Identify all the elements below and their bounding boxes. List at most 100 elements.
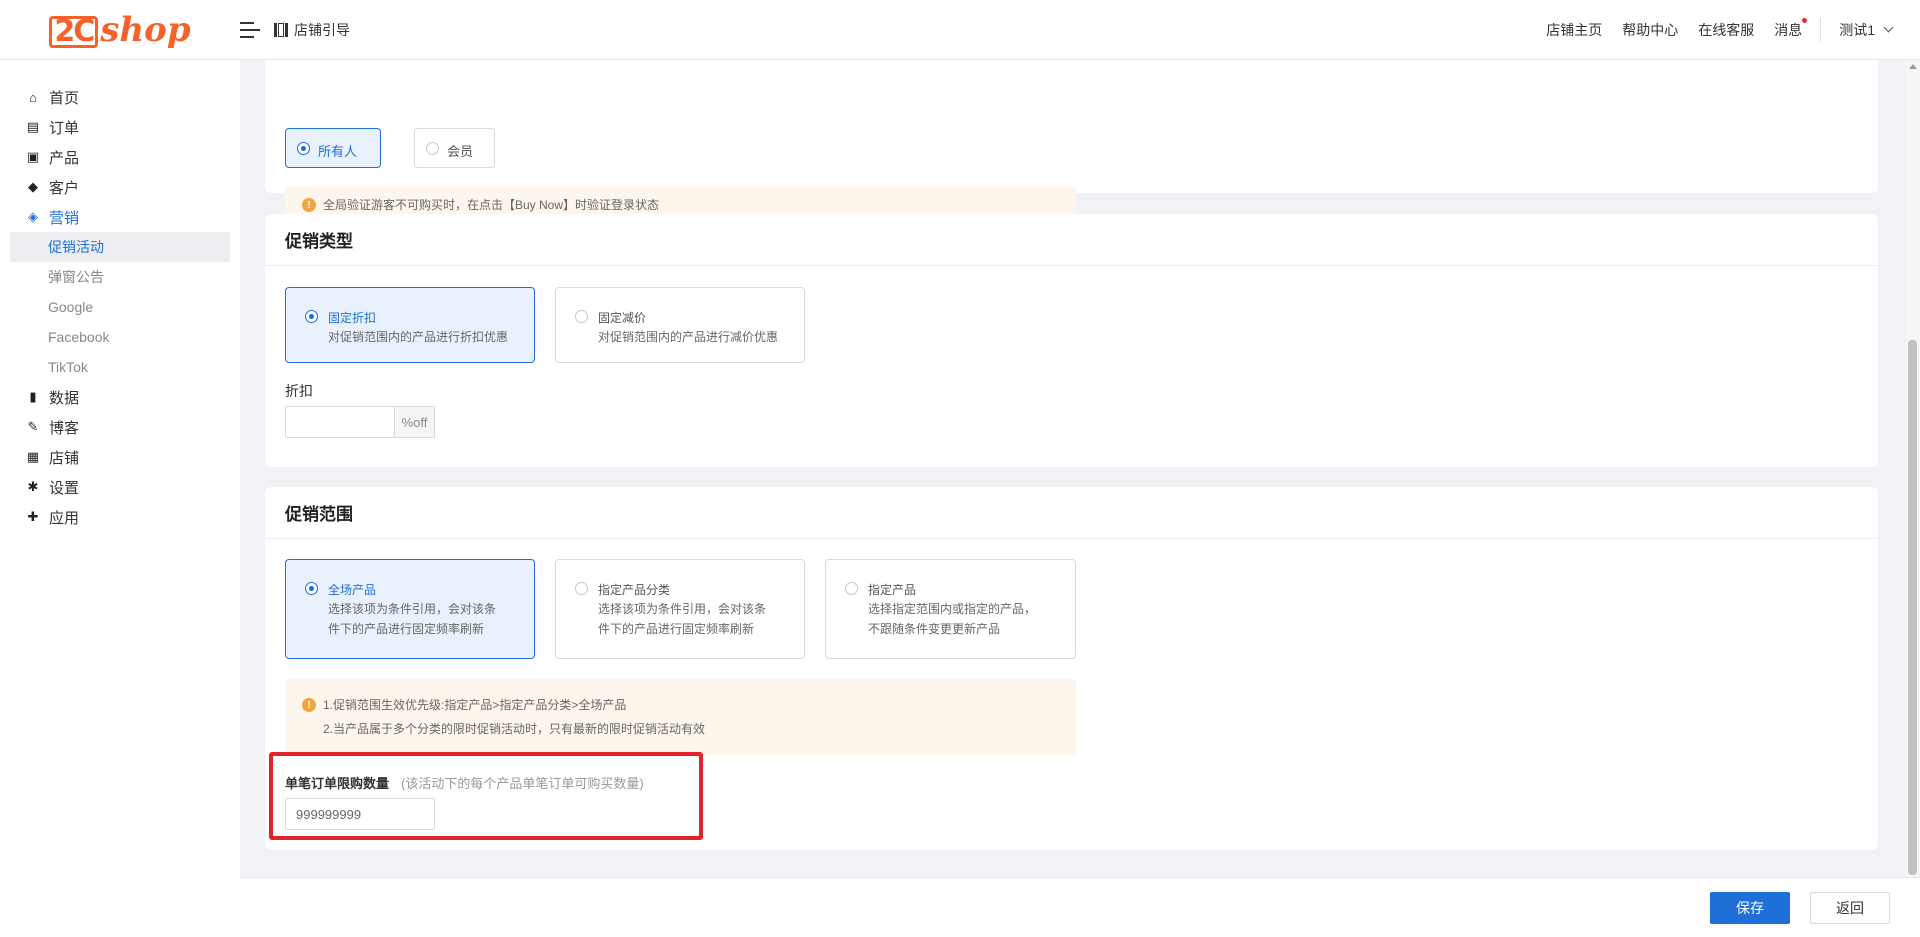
messages-link[interactable]: 消息 xyxy=(1774,17,1808,40)
option-label: 指定产品分类 xyxy=(598,583,671,597)
sidebar-item-label: 营销 xyxy=(49,209,80,227)
audience-option-all[interactable]: 所有人 xyxy=(285,128,381,168)
store-icon: ▦ xyxy=(26,449,40,464)
section-title: 促销类型 xyxy=(265,214,1878,266)
sidebar-item-data[interactable]: ▮ 数据 xyxy=(0,382,240,412)
sidebar-item-orders[interactable]: ▤ 订单 xyxy=(0,112,240,142)
top-nav: 店铺主页 帮助中心 在线客服 消息 测试1 xyxy=(1526,0,1920,60)
footer-bar: 保存 返回 xyxy=(240,877,1920,937)
back-button[interactable]: 返回 xyxy=(1810,892,1890,924)
sidebar: ⌂ 首页 ▤ 订单 ▣ 产品 ◆ 客户 ◈ 营销 促销活动 弹窗公告 Google Fac… xyxy=(0,60,240,937)
option-description: 选择该项为条件引用，会对该条 xyxy=(598,602,767,616)
radio-button xyxy=(845,582,858,595)
option-description: 件下的产品进行固定频率刷新 xyxy=(328,622,485,636)
sidebar-subitem-tiktok[interactable]: TikTok xyxy=(0,352,240,382)
chevron-down-icon xyxy=(1883,22,1894,33)
scrollbar-thumb[interactable] xyxy=(1908,340,1917,875)
option-label: 固定折扣 xyxy=(328,311,377,325)
warning-icon: ! xyxy=(302,198,316,212)
sidebar-item-settings[interactable]: ✱ 设置 xyxy=(0,472,240,502)
menu-toggle-icon[interactable] xyxy=(240,21,260,38)
sidebar-item-marketing[interactable]: ◈ 营销 xyxy=(0,202,240,232)
sidebar-item-label: 订单 xyxy=(49,119,80,137)
promo-type-option-fixed-reduction[interactable]: 固定减价 对促销范围内的产品进行减价优惠 xyxy=(555,287,805,363)
bar-chart-icon: ▮ xyxy=(29,389,37,404)
user-name: 测试1 xyxy=(1839,21,1875,38)
option-description: 不跟随条件变更更新产品 xyxy=(868,622,1001,636)
scroll-up-arrow-icon[interactable] xyxy=(1909,64,1917,69)
option-description: 对促销范围内的产品进行折扣优惠 xyxy=(328,330,509,344)
discount-suffix: %off xyxy=(395,406,435,438)
online-support-link[interactable]: 在线客服 xyxy=(1698,20,1754,40)
diamond-icon: ◆ xyxy=(28,179,38,194)
main-content: 所有人 会员 ! 全局验证游客不可购买时，在点击【Buy Now】时验证登录状态… xyxy=(240,60,1905,877)
radio-button xyxy=(426,142,439,155)
sidebar-item-label: 数据 xyxy=(49,389,80,407)
logo[interactable]: 2C shop xyxy=(0,0,240,60)
user-menu[interactable]: 测试1 xyxy=(1839,20,1894,40)
option-description: 对促销范围内的产品进行减价优惠 xyxy=(598,330,779,344)
clipboard-icon: ▤ xyxy=(26,119,40,134)
help-center-link[interactable]: 帮助中心 xyxy=(1622,20,1678,40)
sidebar-item-label: 客户 xyxy=(49,179,80,197)
notice-text: 1.促销范围生效优先级:指定产品>指定产品分类>全场产品 xyxy=(323,698,627,712)
sidebar-item-blog[interactable]: ✎ 博客 xyxy=(0,412,240,442)
audience-card: 所有人 会员 ! 全局验证游客不可购买时，在点击【Buy Now】时验证登录状态 xyxy=(265,60,1878,224)
book-icon xyxy=(274,22,288,37)
sidebar-item-label: 博客 xyxy=(49,419,80,437)
messages-label: 消息 xyxy=(1774,21,1803,38)
puzzle-icon: ✚ xyxy=(27,509,39,524)
section-title: 促销范围 xyxy=(265,487,1878,539)
unread-dot xyxy=(1802,17,1808,23)
sidebar-item-label: 首页 xyxy=(49,89,80,107)
store-home-link[interactable]: 店铺主页 xyxy=(1546,20,1602,40)
sidebar-item-label: 应用 xyxy=(49,509,80,527)
bag-icon: ▣ xyxy=(26,149,40,164)
option-label: 全场产品 xyxy=(328,583,377,597)
scope-option-specific-products[interactable]: 指定产品 选择指定范围内或指定的产品， 不跟随条件变更更新产品 xyxy=(825,559,1076,659)
sidebar-subitem-google[interactable]: Google xyxy=(0,292,240,322)
edit-icon: ✎ xyxy=(27,419,39,434)
tag-icon: ◈ xyxy=(28,209,38,224)
promo-type-option-fixed-discount[interactable]: 固定折扣 对促销范围内的产品进行折扣优惠 xyxy=(285,287,535,363)
option-label: 会员 xyxy=(447,144,474,159)
highlight-box xyxy=(269,752,703,840)
sidebar-item-home[interactable]: ⌂ 首页 xyxy=(0,82,240,112)
top-header: 2C shop 店铺引导 店铺主页 帮助中心 在线客服 消息 测试1 xyxy=(0,0,1920,60)
scope-notice: ! 1.促销范围生效优先级:指定产品>指定产品分类>全场产品 2.当产品属于多个… xyxy=(285,679,1076,755)
discount-input[interactable] xyxy=(285,406,395,438)
radio-button xyxy=(575,582,588,595)
sidebar-item-store[interactable]: ▦ 店铺 xyxy=(0,442,240,472)
sidebar-subitem-facebook[interactable]: Facebook xyxy=(0,322,240,352)
sidebar-subitem-promotions[interactable]: 促销活动 xyxy=(10,232,230,262)
radio-button xyxy=(575,310,588,323)
sidebar-item-apps[interactable]: ✚ 应用 xyxy=(0,502,240,532)
radio-button xyxy=(297,142,310,155)
scope-option-all-products[interactable]: 全场产品 选择该项为条件引用，会对该条 件下的产品进行固定频率刷新 xyxy=(285,559,535,659)
store-guide-link[interactable]: 店铺引导 xyxy=(274,20,350,40)
option-label: 所有人 xyxy=(318,144,358,159)
save-button[interactable]: 保存 xyxy=(1710,892,1790,924)
logo-text: shop xyxy=(100,9,191,50)
sidebar-subitem-popups[interactable]: 弹窗公告 xyxy=(0,262,240,292)
option-description: 选择该项为条件引用，会对该条 xyxy=(328,602,497,616)
sidebar-item-customers[interactable]: ◆ 客户 xyxy=(0,172,240,202)
divider xyxy=(1820,17,1822,42)
option-description: 选择指定范围内或指定的产品， xyxy=(868,602,1037,616)
option-label: 固定减价 xyxy=(598,311,647,325)
radio-button xyxy=(305,310,318,323)
promo-type-card: 促销类型 固定折扣 对促销范围内的产品进行折扣优惠 固定减价 对促销范围内的产品… xyxy=(265,214,1878,467)
logo-mark: 2C xyxy=(49,15,99,48)
radio-button xyxy=(305,582,318,595)
discount-label: 折扣 xyxy=(285,383,313,399)
audience-option-member[interactable]: 会员 xyxy=(414,128,495,168)
store-guide-label: 店铺引导 xyxy=(294,21,350,38)
notice-text: 2.当产品属于多个分类的限时促销活动时，只有最新的限时促销活动有效 xyxy=(323,722,706,736)
sidebar-item-products[interactable]: ▣ 产品 xyxy=(0,142,240,172)
sidebar-item-label: 设置 xyxy=(49,479,80,497)
option-description: 件下的产品进行固定频率刷新 xyxy=(598,622,755,636)
gear-icon: ✱ xyxy=(27,479,39,494)
sidebar-item-label: 店铺 xyxy=(49,449,80,467)
scope-option-category[interactable]: 指定产品分类 选择该项为条件引用，会对该条 件下的产品进行固定频率刷新 xyxy=(555,559,805,659)
option-label: 指定产品 xyxy=(868,583,917,597)
